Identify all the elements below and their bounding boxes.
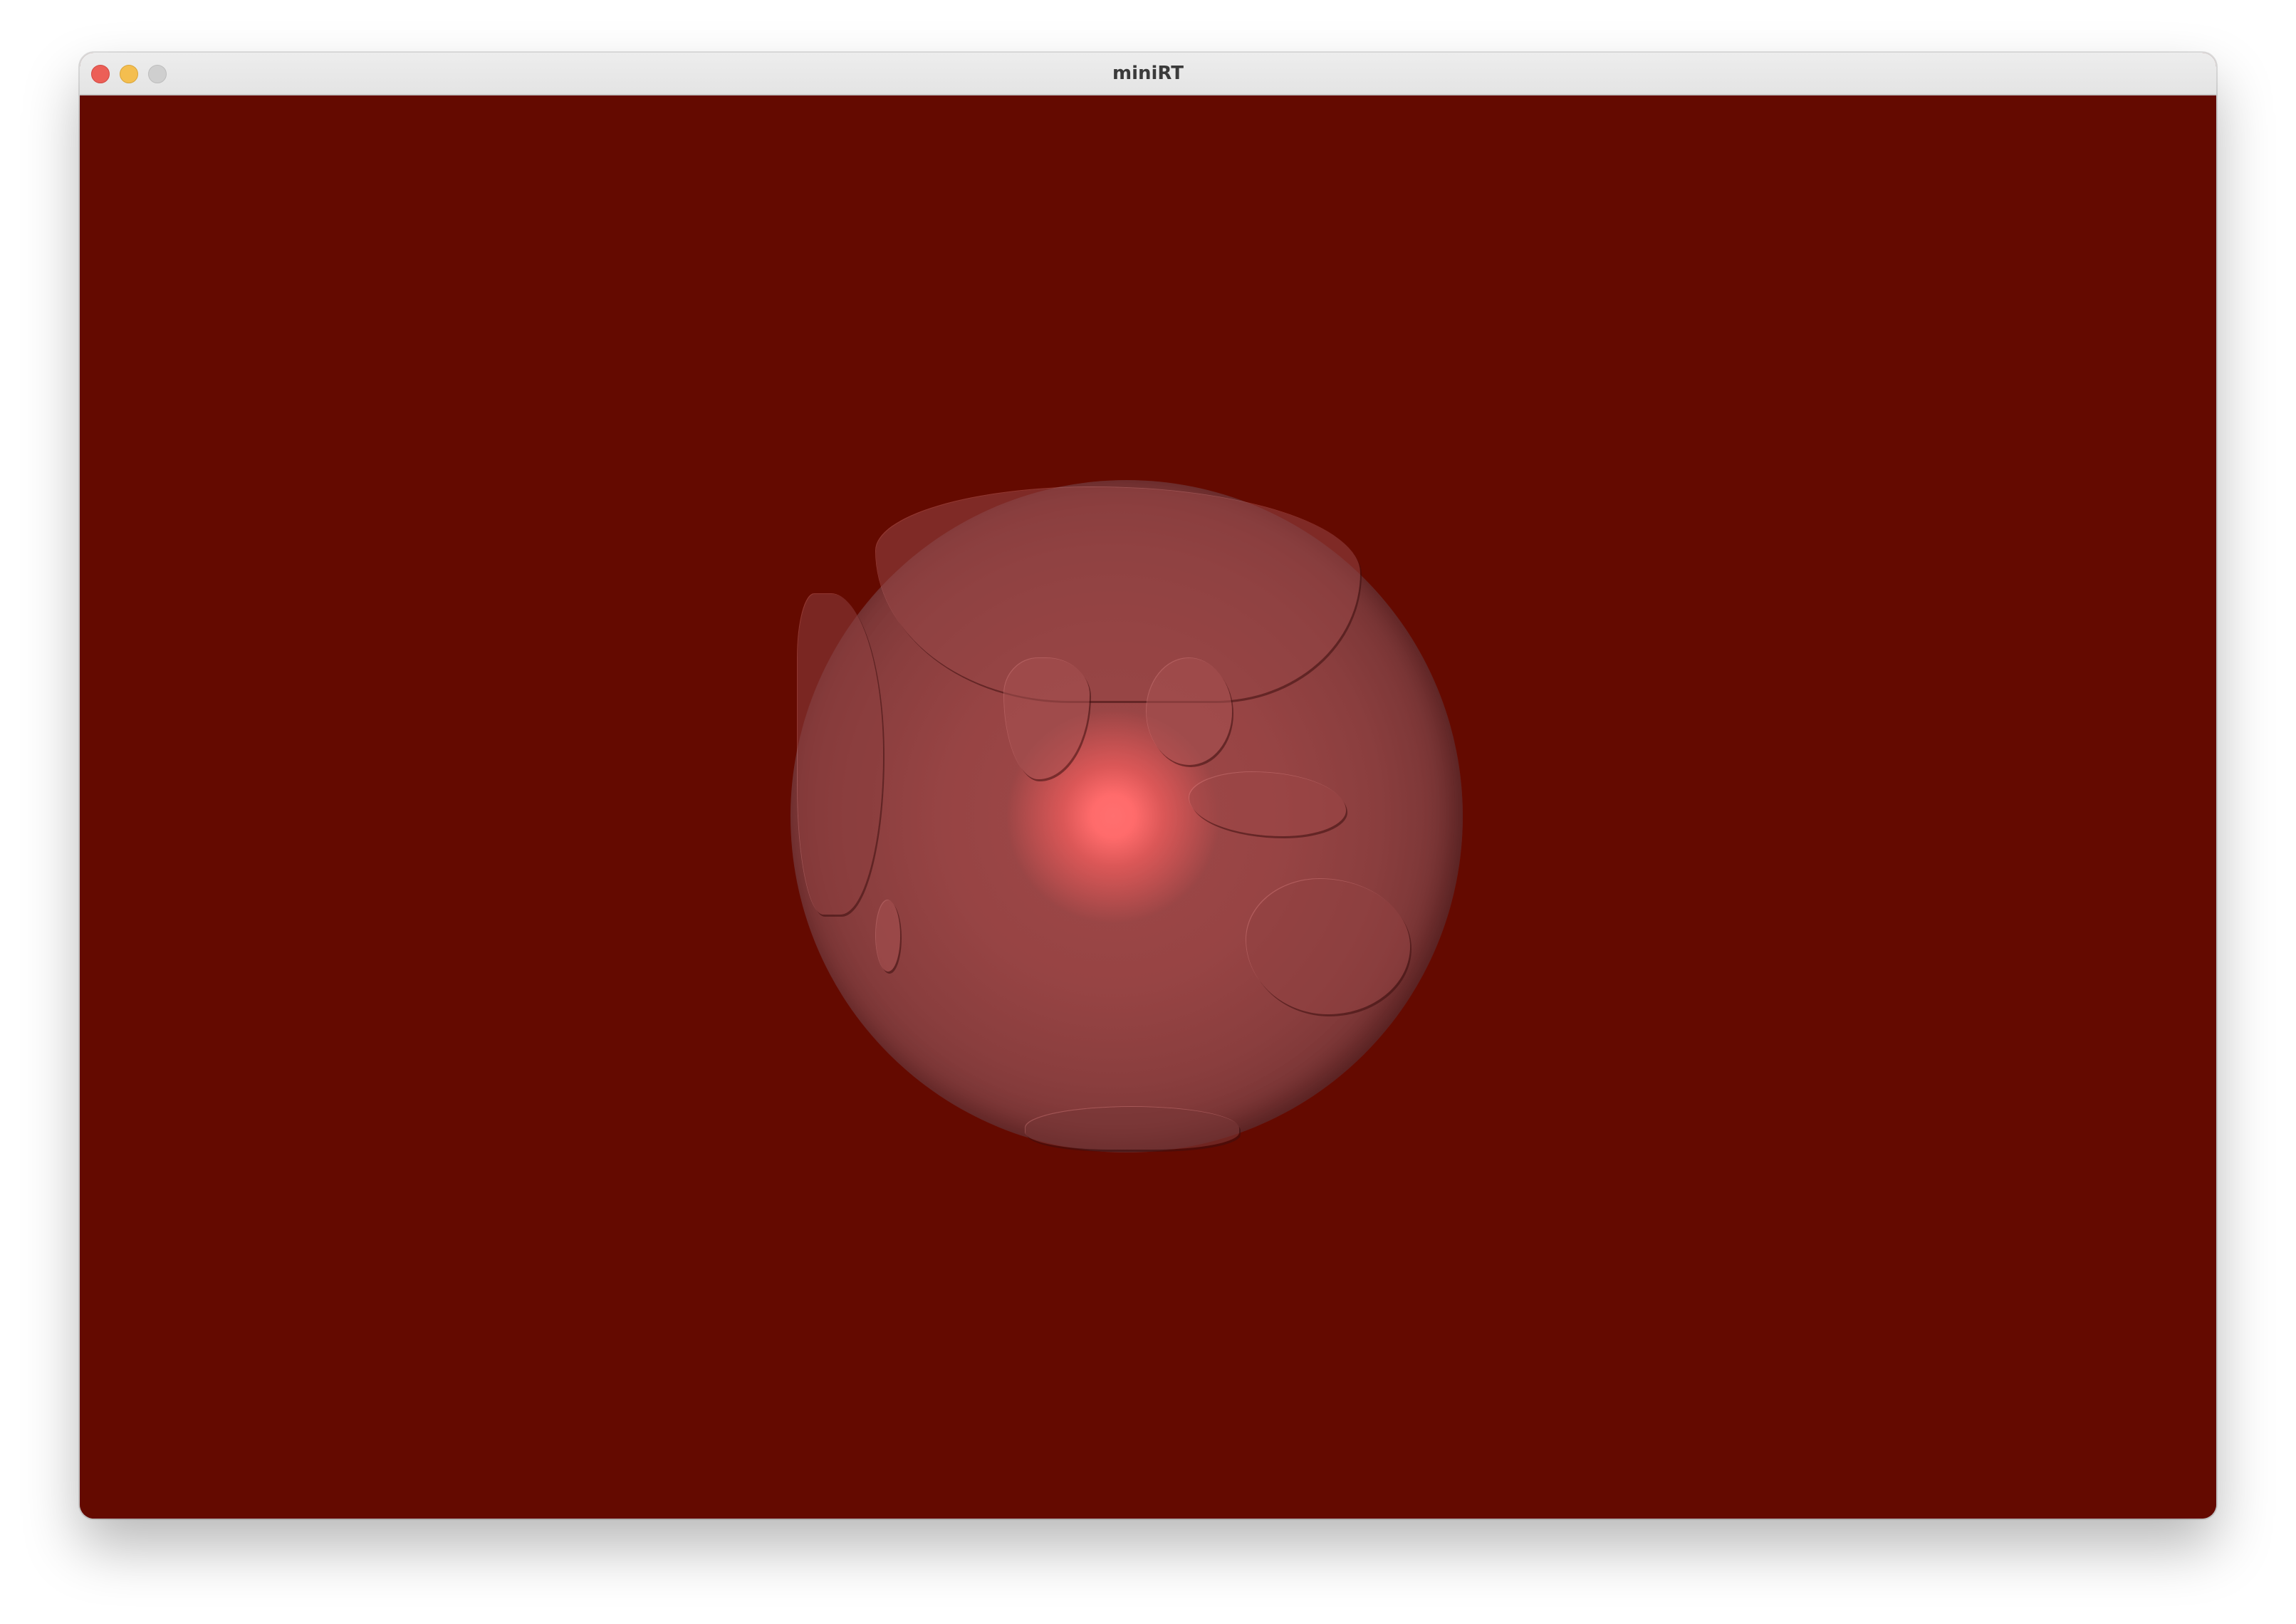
title-bar[interactable]: miniRT [80, 53, 2216, 95]
render-canvas [80, 95, 2216, 1519]
australia-relief [1246, 879, 1410, 1014]
antarctica-relief [1026, 1107, 1239, 1150]
africa-relief [798, 594, 883, 915]
rendered-sphere [790, 480, 1463, 1152]
india-relief [1004, 658, 1090, 779]
madagascar-relief [876, 900, 900, 972]
indonesia-relief [1189, 772, 1346, 836]
southeast-asia-relief [1147, 658, 1232, 765]
window-title: miniRT [1112, 63, 1184, 84]
app-window: miniRT [80, 53, 2216, 1519]
asia-relief [876, 487, 1360, 701]
